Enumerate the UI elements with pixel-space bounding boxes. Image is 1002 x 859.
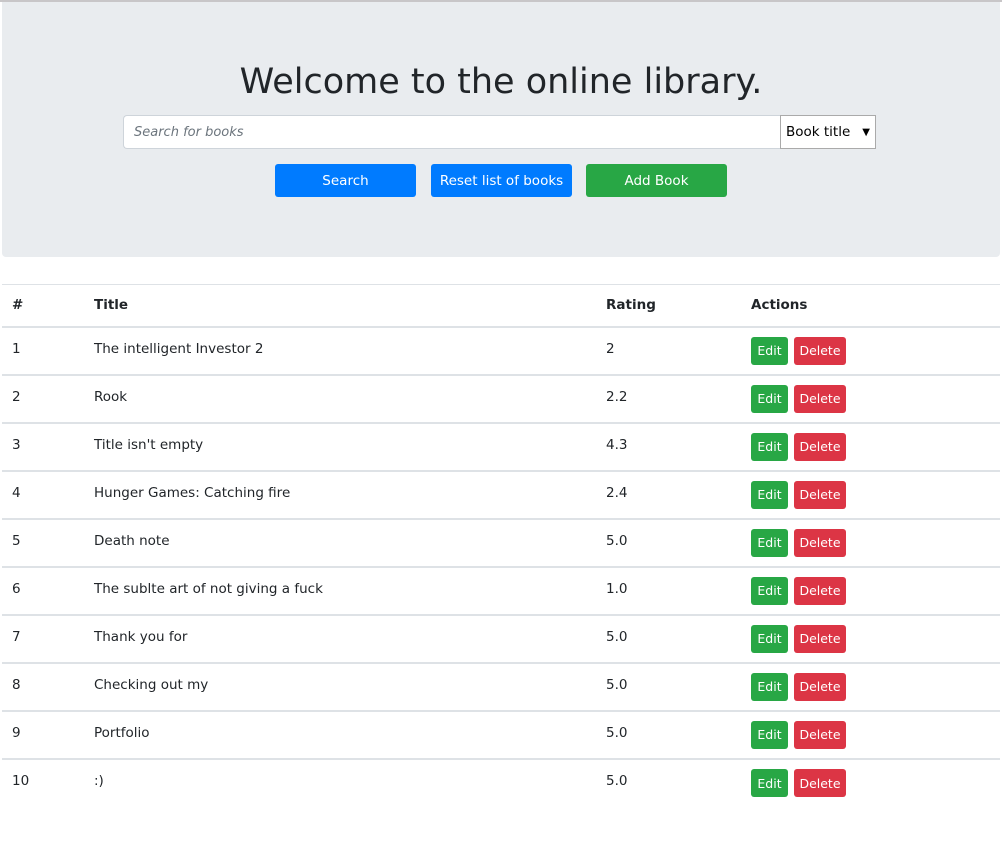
row-actions-group: Edit Delete	[751, 480, 1000, 509]
row-actions-group: Edit Delete	[751, 336, 1000, 365]
table-row: 1 The intelligent Investor 2 2 Edit Dele…	[2, 325, 1000, 375]
search-input[interactable]	[123, 115, 780, 149]
row-number: 2	[2, 373, 84, 423]
row-actions: Edit Delete	[741, 709, 1000, 759]
edit-button[interactable]: Edit	[751, 528, 788, 557]
table-row: 7 Thank you for 5.0 Edit Delete	[2, 613, 1000, 663]
table-row: 10 :) 5.0 Edit Delete	[2, 757, 1000, 807]
row-title: Rook	[84, 373, 596, 423]
delete-button[interactable]: Delete	[794, 624, 846, 653]
column-header-title: Title	[84, 284, 596, 327]
row-actions-group: Edit Delete	[751, 528, 1000, 557]
search-button[interactable]: Search	[275, 164, 416, 197]
delete-button[interactable]: Delete	[794, 769, 846, 797]
row-actions-group: Edit Delete	[751, 720, 1000, 749]
reset-list-button[interactable]: Reset list of books	[431, 164, 572, 197]
row-actions: Edit Delete	[741, 757, 1000, 807]
row-rating: 4.3	[596, 421, 741, 471]
row-rating: 2	[596, 325, 741, 375]
row-title: Checking out my	[84, 661, 596, 711]
row-actions: Edit Delete	[741, 661, 1000, 711]
row-title: :)	[84, 757, 596, 807]
edit-button[interactable]: Edit	[751, 769, 788, 797]
column-header-rating: Rating	[596, 284, 741, 327]
table-row: 5 Death note 5.0 Edit Delete	[2, 517, 1000, 567]
page-title: Welcome to the online library.	[239, 62, 763, 102]
table-row: 2 Rook 2.2 Edit Delete	[2, 373, 1000, 423]
row-title: Death note	[84, 517, 596, 567]
chevron-down-icon: ▼	[862, 126, 870, 138]
table-row: 9 Portfolio 5.0 Edit Delete	[2, 709, 1000, 759]
delete-button[interactable]: Delete	[794, 528, 846, 557]
row-rating: 5.0	[596, 709, 741, 759]
row-actions-group: Edit Delete	[751, 769, 1000, 797]
table-row: 3 Title isn't empty 4.3 Edit Delete	[2, 421, 1000, 471]
table-row: 6 The sublte art of not giving a fuck 1.…	[2, 565, 1000, 615]
delete-button[interactable]: Delete	[794, 384, 846, 413]
edit-button[interactable]: Edit	[751, 576, 788, 605]
edit-button[interactable]: Edit	[751, 720, 788, 749]
column-header-number: #	[2, 284, 84, 327]
row-actions-group: Edit Delete	[751, 672, 1000, 701]
row-actions: Edit Delete	[741, 325, 1000, 375]
row-actions-group: Edit Delete	[751, 576, 1000, 605]
row-rating: 5.0	[596, 613, 741, 663]
add-book-button[interactable]: Add Book	[586, 164, 727, 197]
row-rating: 5.0	[596, 757, 741, 807]
books-table: # Title Rating Actions 1 The intelligent…	[2, 284, 1000, 807]
row-number: 8	[2, 661, 84, 711]
table-row: 4 Hunger Games: Catching fire 2.4 Edit D…	[2, 469, 1000, 519]
row-rating: 5.0	[596, 517, 741, 567]
row-rating: 5.0	[596, 661, 741, 711]
row-title: The sublte art of not giving a fuck	[84, 565, 596, 615]
row-title: Thank you for	[84, 613, 596, 663]
delete-button[interactable]: Delete	[794, 480, 846, 509]
row-number: 1	[2, 325, 84, 375]
table-header-row: # Title Rating Actions	[2, 284, 1000, 327]
row-actions: Edit Delete	[741, 373, 1000, 423]
delete-button[interactable]: Delete	[794, 576, 846, 605]
row-actions-group: Edit Delete	[751, 432, 1000, 461]
column-header-actions: Actions	[741, 284, 1000, 327]
edit-button[interactable]: Edit	[751, 480, 788, 509]
edit-button[interactable]: Edit	[751, 384, 788, 413]
delete-button[interactable]: Delete	[794, 432, 846, 461]
row-actions: Edit Delete	[741, 565, 1000, 615]
row-title: Hunger Games: Catching fire	[84, 469, 596, 519]
row-title: Title isn't empty	[84, 421, 596, 471]
row-title: The intelligent Investor 2	[84, 325, 596, 375]
row-title: Portfolio	[84, 709, 596, 759]
row-number: 4	[2, 469, 84, 519]
row-actions: Edit Delete	[741, 469, 1000, 519]
edit-button[interactable]: Edit	[751, 432, 788, 461]
row-rating: 1.0	[596, 565, 741, 615]
row-actions-group: Edit Delete	[751, 624, 1000, 653]
row-number: 5	[2, 517, 84, 567]
row-number: 10	[2, 757, 84, 807]
edit-button[interactable]: Edit	[751, 336, 788, 365]
search-row: Book title ▼	[123, 115, 876, 149]
row-number: 6	[2, 565, 84, 615]
edit-button[interactable]: Edit	[751, 624, 788, 653]
delete-button[interactable]: Delete	[794, 720, 846, 749]
delete-button[interactable]: Delete	[794, 336, 846, 365]
row-number: 7	[2, 613, 84, 663]
row-actions-group: Edit Delete	[751, 384, 1000, 413]
table-row: 8 Checking out my 5.0 Edit Delete	[2, 661, 1000, 711]
search-filter-selected: Book title	[786, 124, 851, 140]
row-number: 9	[2, 709, 84, 759]
row-number: 3	[2, 421, 84, 471]
edit-button[interactable]: Edit	[751, 672, 788, 701]
row-rating: 2.4	[596, 469, 741, 519]
search-filter-select[interactable]: Book title ▼	[780, 115, 876, 149]
row-actions: Edit Delete	[741, 421, 1000, 471]
row-actions: Edit Delete	[741, 613, 1000, 663]
row-rating: 2.2	[596, 373, 741, 423]
delete-button[interactable]: Delete	[794, 672, 846, 701]
row-actions: Edit Delete	[741, 517, 1000, 567]
